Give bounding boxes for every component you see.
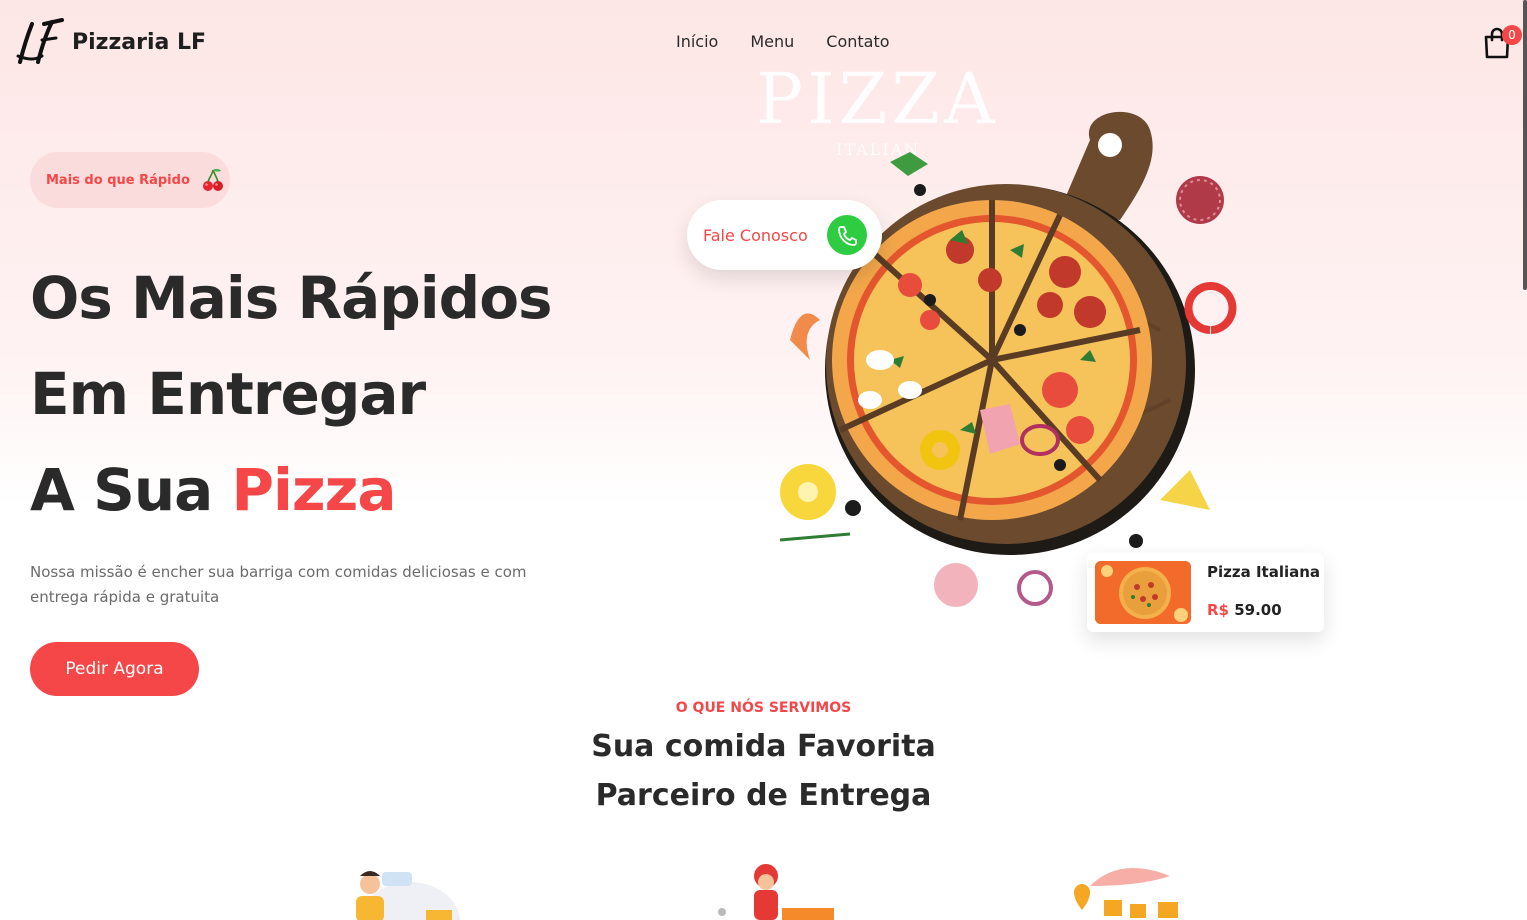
price-value: 59.00 (1234, 601, 1282, 619)
services-title: Sua comida Favorita Parceiro de Entrega (0, 722, 1527, 820)
hero-badge: Mais do que Rápido (30, 152, 230, 208)
nav-item-contato[interactable]: Contato (826, 32, 889, 51)
logo-icon (16, 18, 64, 64)
hero-badge-label: Mais do que Rápido (46, 172, 190, 188)
main-nav: Início Menu Contato (676, 32, 890, 51)
hero-title-line-1: Os Mais Rápidos (30, 264, 553, 332)
logo[interactable]: Pizzaria LF (14, 16, 206, 68)
featured-product-price: R$ 59.00 (1207, 601, 1282, 619)
contact-us-label: Fale Conosco (703, 225, 808, 245)
cherry-icon (202, 168, 223, 191)
service-illustration-ordering (356, 871, 460, 920)
services-title-line-1: Sua comida Favorita (591, 729, 936, 764)
order-now-button[interactable]: Pedir Agora (30, 642, 199, 696)
nav-item-inicio[interactable]: Início (676, 32, 718, 51)
featured-product-card[interactable]: Pizza Italiana R$ 59.00 (1087, 553, 1324, 632)
services-title-line-2: Parceiro de Entrega (595, 778, 932, 813)
brand-name: Pizzaria LF (72, 29, 207, 55)
hero-title: Os Mais Rápidos Em Entregar A Sua Pizza (30, 250, 553, 538)
service-illustration-tracking (1074, 868, 1178, 918)
hero-title-line-2: Em Entregar (30, 360, 426, 428)
phone-icon[interactable] (827, 215, 867, 255)
nav-item-menu[interactable]: Menu (750, 32, 794, 51)
service-illustration-delivery (718, 864, 834, 920)
price-currency: R$ (1207, 601, 1229, 619)
featured-product-name: Pizza Italiana (1207, 563, 1321, 581)
featured-product-image (1095, 561, 1191, 624)
pizza-board-illustration (779, 111, 1237, 607)
hero-title-accent: Pizza (231, 456, 396, 524)
hero-title-line-3: A Sua Pizza (30, 442, 552, 538)
hero-description: Nossa missão é encher sua barriga com co… (30, 563, 527, 606)
services-eyebrow: O QUE NÓS SERVIMOS (675, 700, 852, 716)
hero-title-prefix: A Sua (30, 456, 232, 524)
cart-count-badge: 0 (1502, 25, 1522, 45)
